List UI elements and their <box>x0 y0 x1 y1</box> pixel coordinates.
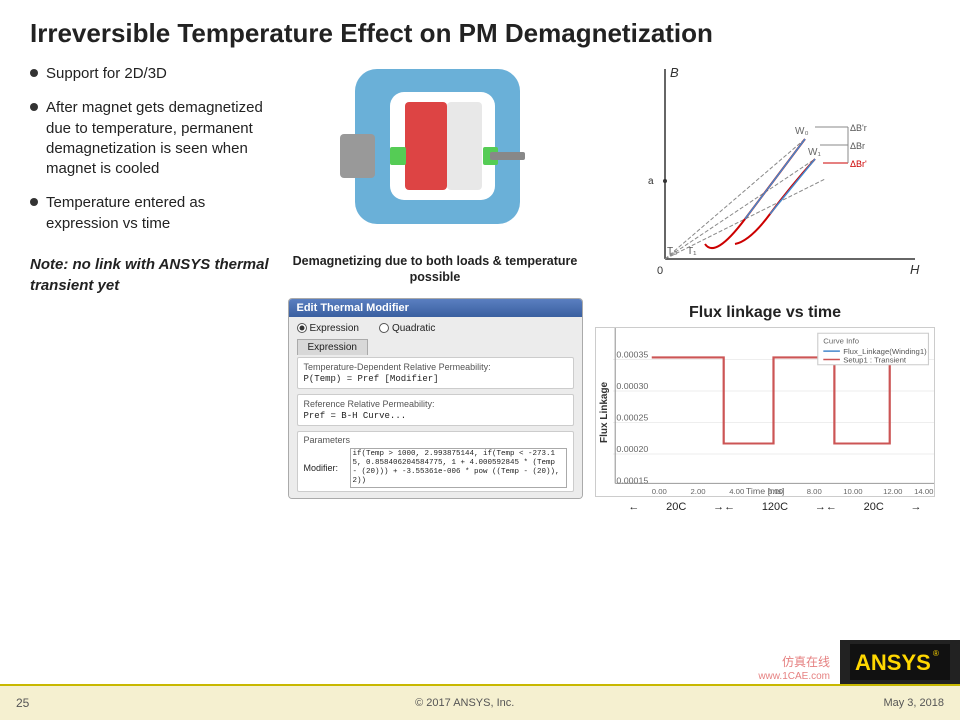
svg-text:B: B <box>670 65 679 80</box>
svg-text:0.00030: 0.00030 <box>616 381 648 391</box>
bh-chart: B H 0 T₀ T₁ W₀ W₁ <box>595 59 935 299</box>
dialog-section-2-text: Pref = B-H Curve... <box>304 411 567 421</box>
svg-text:®: ® <box>933 649 939 658</box>
svg-text:0.00: 0.00 <box>652 487 667 496</box>
bullet-dot-3 <box>30 198 38 206</box>
flux-chart-inner: 0.00035 0.00030 0.00025 0.00020 0.00015 … <box>613 328 934 496</box>
ansys-logo-area: ANSYS ® <box>840 640 960 684</box>
svg-text:ΔBr: ΔBr <box>850 141 865 151</box>
svg-text:W₁: W₁ <box>808 147 821 158</box>
svg-text:12.00: 12.00 <box>883 487 902 496</box>
flux-chart-container: Flux Linkage <box>595 327 935 497</box>
dialog-modifier-value: if(Temp > 1000, 2.993875144, if(Temp < -… <box>350 448 567 488</box>
temp-label-20c-text: 20C <box>666 501 686 513</box>
radio-expression: Expression <box>297 323 359 334</box>
middle-column: Demagnetizing due to both loads & temper… <box>280 59 590 689</box>
right-column: B H 0 T₀ T₁ W₀ W₁ <box>590 59 940 689</box>
left-column: Support for 2D/3D After magnet gets dema… <box>20 59 280 689</box>
footer-copyright: © 2017 ANSYS, Inc. <box>46 697 883 709</box>
dialog-section-2-title: Reference Relative Permeability: <box>304 399 567 409</box>
temp-arrow-3: → <box>911 501 922 513</box>
website-text: www.1CAE.com <box>758 671 830 682</box>
dialog-content: Expression Quadratic Expression Temperat… <box>289 317 582 498</box>
note-text: Note: no link with ANSYS thermal transie… <box>30 254 270 296</box>
temp-label-120c: 120C <box>762 501 788 513</box>
temp-arrow-2: →← <box>815 501 837 513</box>
magnet-diagram <box>335 64 535 249</box>
slide: Irreversible Temperature Effect on PM De… <box>0 0 960 720</box>
dialog-modifier-row: Modifier: if(Temp > 1000, 2.993875144, i… <box>304 448 567 488</box>
flux-chart-title: Flux linkage vs time <box>595 304 935 322</box>
svg-text:10.00: 10.00 <box>843 487 862 496</box>
svg-text:a: a <box>648 176 654 187</box>
dialog-modifier-label: Modifier: <box>304 463 346 473</box>
slide-title: Irreversible Temperature Effect on PM De… <box>0 0 960 59</box>
svg-text:2.00: 2.00 <box>690 487 705 496</box>
radio-quadratic: Quadratic <box>379 323 435 334</box>
svg-text:ΔB'r: ΔB'r <box>850 123 867 133</box>
thermal-modifier-dialog: Edit Thermal Modifier Expression Quadrat… <box>288 298 583 499</box>
footer: 25 © 2017 ANSYS, Inc. May 3, 2018 <box>0 684 960 720</box>
dialog-radio-row: Expression Quadratic <box>297 323 574 334</box>
bullet-dot-1 <box>30 69 38 77</box>
svg-text:0.00035: 0.00035 <box>616 350 648 360</box>
flux-y-label: Flux Linkage <box>596 328 613 496</box>
dialog-section-1-title: Temperature-Dependent Relative Permeabil… <box>304 362 567 372</box>
dialog-params-title: Parameters <box>304 435 567 445</box>
dialog-section-1: Temperature-Dependent Relative Permeabil… <box>297 357 574 389</box>
svg-text:Setup1 : Transient: Setup1 : Transient <box>843 356 907 365</box>
dialog-title-bar: Edit Thermal Modifier <box>289 299 582 317</box>
dialog-params: Parameters Modifier: if(Temp > 1000, 2.9… <box>297 431 574 492</box>
svg-text:W₀: W₀ <box>795 126 809 137</box>
temp-labels: ← 20C →← 120C →← 20C → <box>595 501 935 513</box>
svg-text:0.00015: 0.00015 <box>616 476 648 486</box>
temp-arrow-1: →← <box>713 501 735 513</box>
dialog-tab: Expression <box>297 339 368 355</box>
footer-date: May 3, 2018 <box>883 697 944 709</box>
svg-text:0: 0 <box>657 265 663 277</box>
radio-expression-circle <box>297 323 307 333</box>
bullet-dot-2 <box>30 103 38 111</box>
svg-text:H: H <box>910 262 920 277</box>
svg-text:ANSYS: ANSYS <box>855 650 931 675</box>
footer-page-number: 25 <box>16 696 46 710</box>
svg-text:Time [ms]: Time [ms] <box>746 486 785 496</box>
svg-text:8.00: 8.00 <box>807 487 822 496</box>
svg-text:ΔBr': ΔBr' <box>850 159 867 169</box>
svg-text:0.00020: 0.00020 <box>616 444 648 454</box>
svg-text:4.00: 4.00 <box>729 487 744 496</box>
bullet-3: Temperature entered as expression vs tim… <box>30 193 270 234</box>
dialog-section-2: Reference Relative Permeability: Pref = … <box>297 394 574 426</box>
svg-text:0.00025: 0.00025 <box>616 413 648 423</box>
radio-quadratic-circle <box>379 323 389 333</box>
diagram-caption: Demagnetizing due to both loads & temper… <box>285 253 585 286</box>
temp-label-20c-2: 20C <box>864 501 884 513</box>
temp-label-20c-1: ← <box>628 501 639 513</box>
bullet-2: After magnet gets demagnetized due to te… <box>30 98 270 179</box>
flux-chart-area: Flux linkage vs time Flux Linkage <box>595 304 935 689</box>
bullet-1: Support for 2D/3D <box>30 64 270 84</box>
dialog-section-1-text: P(Temp) = Pref [Modifier] <box>304 374 567 384</box>
watermark-text: 仿真在线 <box>782 653 830 670</box>
svg-text:14.00: 14.00 <box>914 487 933 496</box>
svg-text:Curve Info: Curve Info <box>823 337 859 346</box>
content-area: Support for 2D/3D After magnet gets dema… <box>0 59 960 689</box>
